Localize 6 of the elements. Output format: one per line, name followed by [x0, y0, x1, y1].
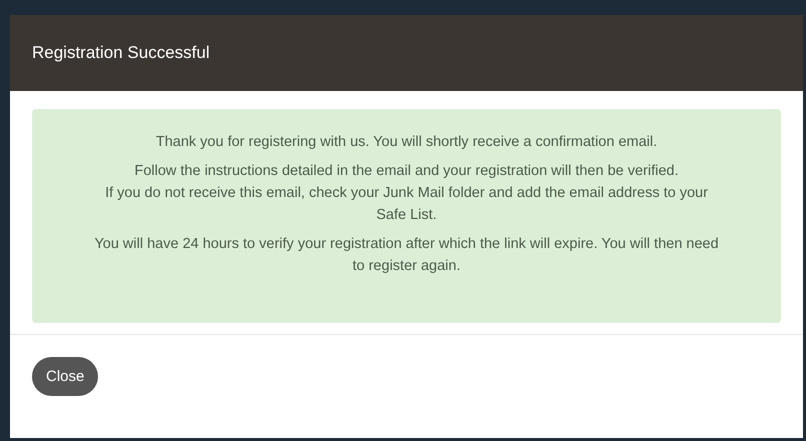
message-text: You will have 24 hours to verify your registration after which the link will expire. You will then need to register again.	[93, 235, 720, 276]
close-button[interactable]: Close	[32, 357, 98, 396]
message-text: Thank you for registering with us. You will shortly receive a confirmation email.	[154, 133, 658, 152]
message-text: Follow the instructions detailed in the email and your registration will then be verified.	[133, 162, 680, 181]
dialog-title: Registration Successful	[32, 43, 210, 63]
message-text: If you do not receive this email, check your Junk Mail folder and add the email address to your Safe List.	[104, 184, 709, 225]
